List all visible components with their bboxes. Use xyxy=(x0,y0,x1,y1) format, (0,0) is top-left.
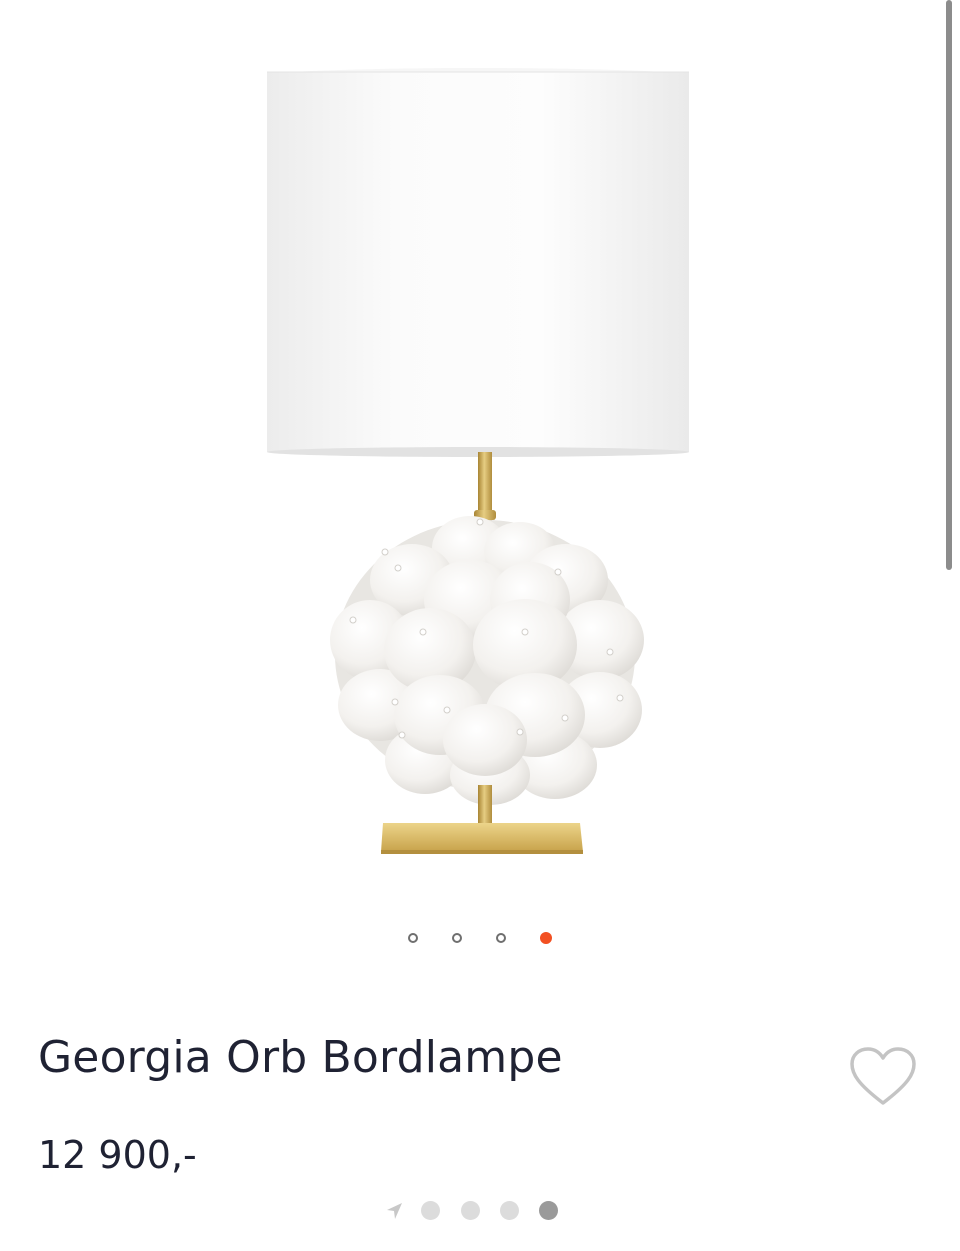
page-dot[interactable] xyxy=(461,1201,480,1220)
page-dot[interactable] xyxy=(500,1201,519,1220)
lamp-stem xyxy=(474,452,496,524)
lamp-shade xyxy=(267,68,689,457)
carousel-dot[interactable] xyxy=(496,933,506,943)
location-arrow-icon xyxy=(387,1203,402,1219)
page-dot-active[interactable] xyxy=(539,1201,558,1220)
carousel-dot[interactable] xyxy=(408,933,418,943)
page-indicator xyxy=(380,1196,570,1228)
product-price: 12 900,- xyxy=(38,1133,197,1177)
product-title: Georgia Orb Bordlampe xyxy=(38,1032,563,1083)
product-image xyxy=(267,68,689,854)
image-carousel-dots xyxy=(400,930,560,950)
carousel-dot-active[interactable] xyxy=(540,932,552,944)
scrollbar[interactable] xyxy=(946,0,952,570)
ceramic-orb xyxy=(330,516,644,805)
carousel-dot[interactable] xyxy=(452,933,462,943)
heart-outline-icon xyxy=(850,1047,916,1105)
page-dot[interactable] xyxy=(421,1201,440,1220)
favorite-button[interactable] xyxy=(848,1046,918,1108)
